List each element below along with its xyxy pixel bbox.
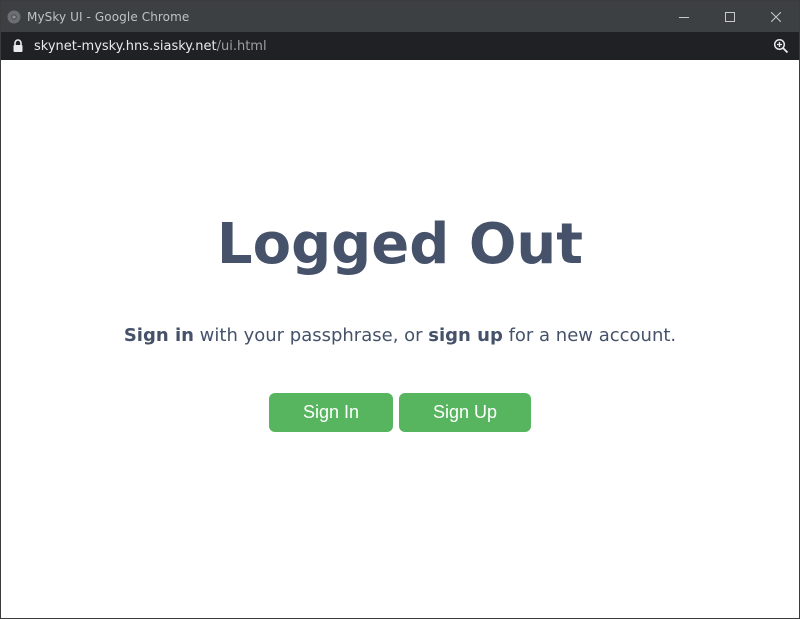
title-bar[interactable]: MySky UI - Google Chrome [1, 1, 799, 32]
maximize-icon [725, 11, 735, 22]
instruction-text: Sign in with your passphrase, or sign up… [1, 323, 799, 349]
url-path: /ui.html [216, 38, 267, 54]
url-host: skynet-mysky.hns.siasky.net [34, 38, 217, 54]
minimize-icon [679, 16, 689, 18]
lock-icon[interactable] [12, 39, 24, 53]
close-button[interactable] [753, 1, 799, 32]
browser-window: MySky UI - Google Chrome skynet-mysky.hn… [0, 0, 800, 619]
address-bar[interactable]: skynet-mysky.hns.siasky.net/ui.html [1, 32, 799, 60]
chrome-app-icon [7, 10, 21, 24]
sign-up-emphasis: sign up [428, 325, 503, 346]
sign-in-emphasis: Sign in [123, 325, 194, 346]
sign-up-button[interactable]: Sign Up [399, 393, 531, 432]
instruction-end: for a new account. [502, 325, 677, 346]
page-title: Logged Out [216, 212, 584, 277]
minimize-button[interactable] [661, 1, 707, 32]
url-text[interactable]: skynet-mysky.hns.siasky.net/ui.html [34, 39, 267, 54]
maximize-button[interactable] [707, 1, 753, 32]
window-controls [661, 1, 799, 32]
close-icon [771, 11, 781, 22]
instruction-middle: with your passphrase, or [193, 325, 429, 346]
page-content: Logged Out Sign in with your passphrase,… [1, 61, 799, 618]
window-title: MySky UI - Google Chrome [27, 9, 190, 24]
sign-in-button[interactable]: Sign In [269, 393, 393, 432]
action-buttons: Sign In Sign Up [1, 393, 799, 432]
zoom-in-icon[interactable] [773, 38, 789, 54]
